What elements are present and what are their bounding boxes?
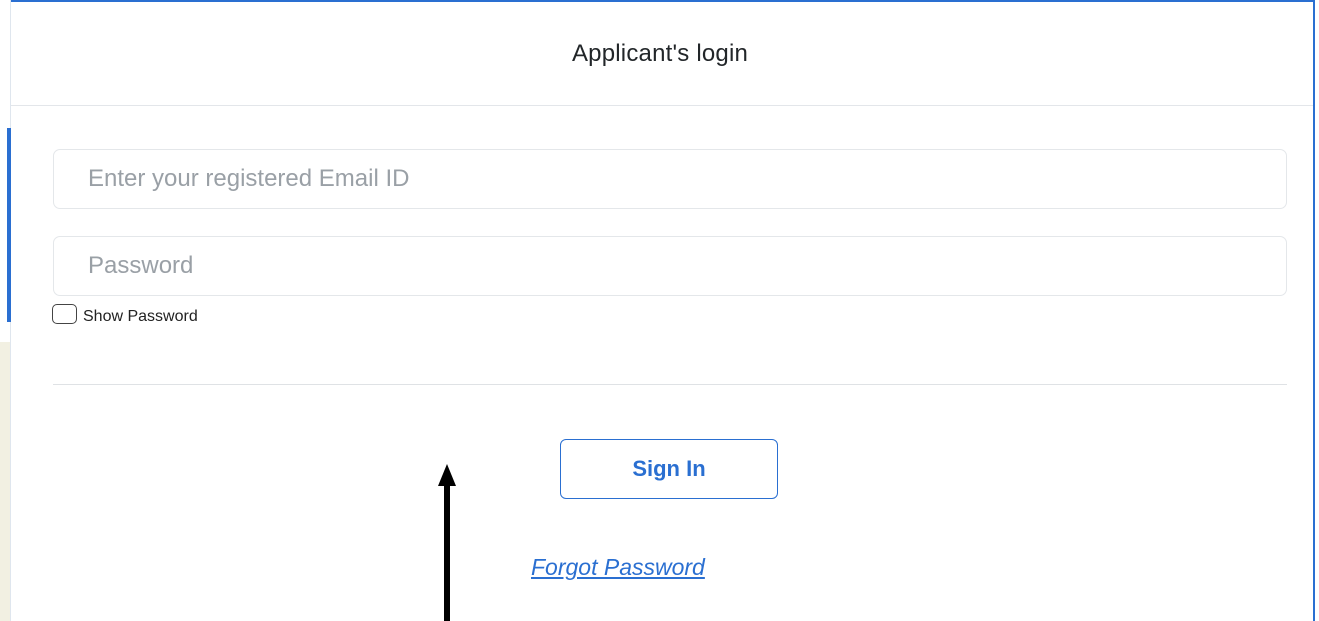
password-field[interactable] (53, 236, 1287, 296)
dialog-header: Applicant's login (11, 2, 1313, 106)
email-field[interactable] (53, 149, 1287, 209)
dialog-title: Applicant's login (571, 39, 749, 67)
show-password-toggle[interactable]: Show Password (52, 302, 198, 326)
up-arrow-icon (438, 464, 456, 621)
login-dialog: Applicant's login Show Password Sign In … (11, 0, 1315, 621)
show-password-label: Show Password (83, 308, 198, 325)
sign-in-button[interactable]: Sign In (560, 439, 778, 499)
divider (53, 384, 1287, 385)
login-screen: Applicant's login Show Password Sign In … (0, 0, 1319, 621)
background-page-edge (0, 0, 11, 621)
checkbox-icon[interactable] (52, 304, 77, 324)
background-panel (0, 342, 10, 621)
forgot-password-link[interactable]: Forgot Password (531, 554, 705, 581)
